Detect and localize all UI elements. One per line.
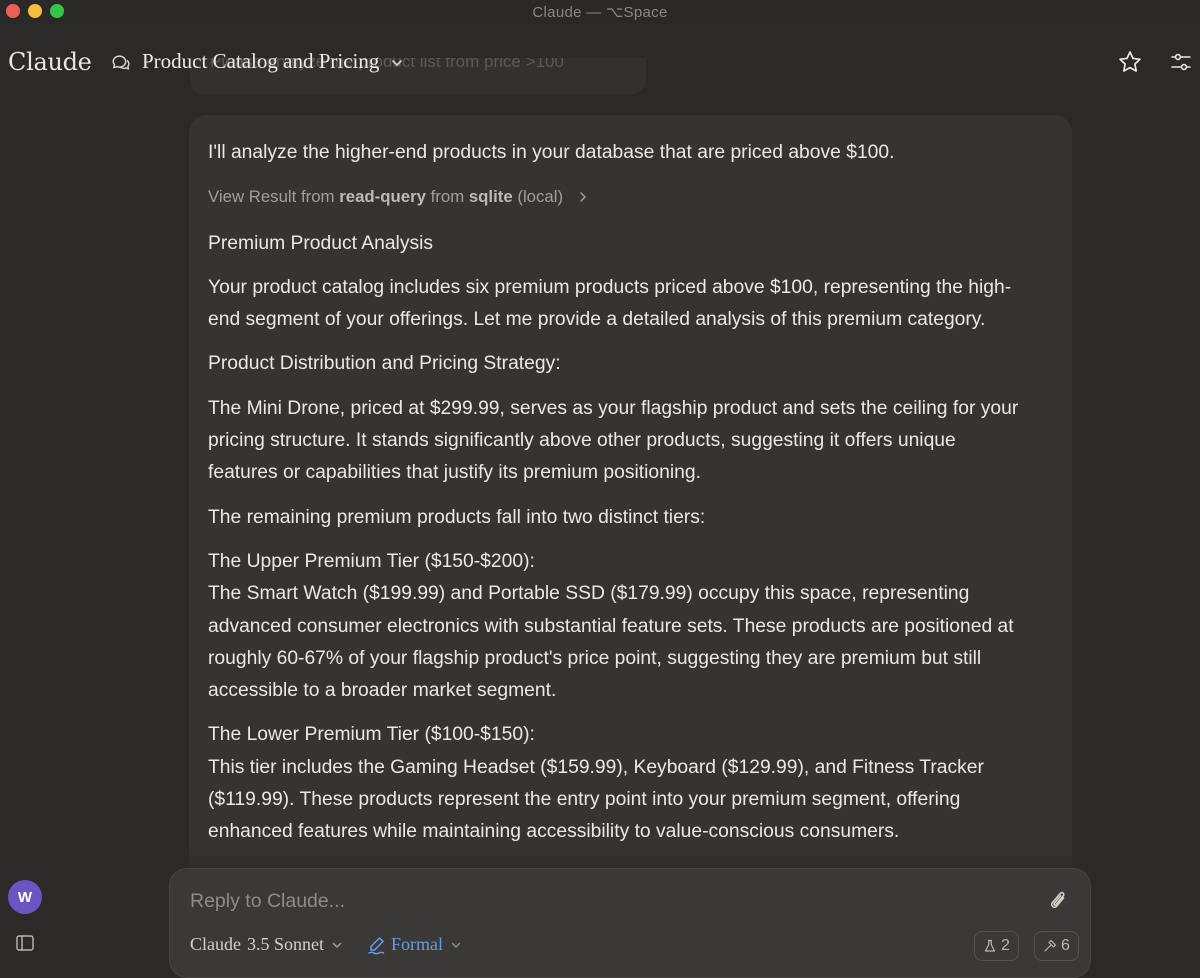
sidebar-toggle-icon[interactable] <box>16 935 34 951</box>
flask-count: 2 <box>1001 937 1010 954</box>
star-icon[interactable] <box>1117 49 1143 75</box>
chat-bubbles-icon[interactable] <box>110 52 132 74</box>
analysis-paragraph-1: Your product catalog includes six premiu… <box>208 276 1012 331</box>
flask-icon <box>984 939 996 952</box>
assistant-message-body: I'll analyze the higher-end products in … <box>208 137 1028 861</box>
flask-badge[interactable]: 2 <box>974 931 1019 961</box>
tool-result-link[interactable]: View Result from read-query from sqlite … <box>208 181 1028 213</box>
chevron-down-icon <box>332 942 342 948</box>
analysis-paragraph-3: The remaining premium products fall into… <box>208 506 706 528</box>
reply-composer[interactable]: Reply to Claude... Claude 3.5 Sonnet For… <box>169 868 1091 978</box>
brand-logo[interactable]: Claude <box>8 48 92 76</box>
tier-lower-title: The Lower Premium Tier ($100-$150): <box>208 724 535 746</box>
tier-upper-text: The Smart Watch ($199.99) and Portable S… <box>208 583 1014 702</box>
paperclip-icon[interactable] <box>1048 889 1070 915</box>
analysis-heading: Premium Product Analysis <box>208 232 434 254</box>
model-selector[interactable]: Claude 3.5 Sonnet <box>190 934 343 955</box>
tool-result-tool: read-query <box>339 187 426 207</box>
window-title: Claude — ⌥Space <box>532 4 668 21</box>
tool-result-prefix: View Result from <box>208 187 335 207</box>
hammer-icon <box>1044 939 1057 952</box>
tier-upper: The Upper Premium Tier ($150-$200): The S… <box>208 546 1028 707</box>
sliders-icon[interactable] <box>1169 50 1193 74</box>
conversation-title[interactable]: Product Catalog and Pricing <box>142 49 379 74</box>
pen-nib-icon <box>368 936 385 954</box>
style-selector[interactable]: Formal <box>366 934 462 955</box>
app-header: Claude Product Catalog and Pricing <box>0 24 1200 100</box>
assistant-message: I'll analyze the higher-end products in … <box>189 115 1072 895</box>
chevron-down-icon[interactable] <box>390 56 404 70</box>
model-version: 3.5 Sonnet <box>247 934 325 954</box>
chevron-right-icon <box>580 192 586 203</box>
window-titlebar: Claude — ⌥Space <box>0 0 1200 24</box>
tools-count: 6 <box>1061 937 1070 954</box>
analysis-paragraph-2: The Mini Drone, priced at $299.99, serve… <box>208 397 1019 484</box>
tier-lower: The Lower Premium Tier ($100-$150): This … <box>208 719 1028 848</box>
tier-lower-text: This tier includes the Gaming Headset ($… <box>208 756 984 843</box>
style-label: Formal <box>391 934 443 954</box>
model-name: Claude <box>190 934 241 954</box>
tools-badge[interactable]: 6 <box>1034 931 1079 961</box>
tier-upper-title: The Upper Premium Tier ($150-$200): <box>208 550 535 572</box>
tool-result-suffix: (local) <box>517 187 564 207</box>
tool-result-middle: from <box>430 187 465 207</box>
user-avatar[interactable]: W <box>8 880 42 914</box>
reply-input[interactable]: Reply to Claude... <box>190 890 345 913</box>
analysis-subheading: Product Distribution and Pricing Strateg… <box>208 353 561 375</box>
message-intro: I'll analyze the higher-end products in … <box>208 142 895 163</box>
chevron-down-icon <box>451 942 461 948</box>
tool-result-server: sqlite <box>468 187 513 207</box>
